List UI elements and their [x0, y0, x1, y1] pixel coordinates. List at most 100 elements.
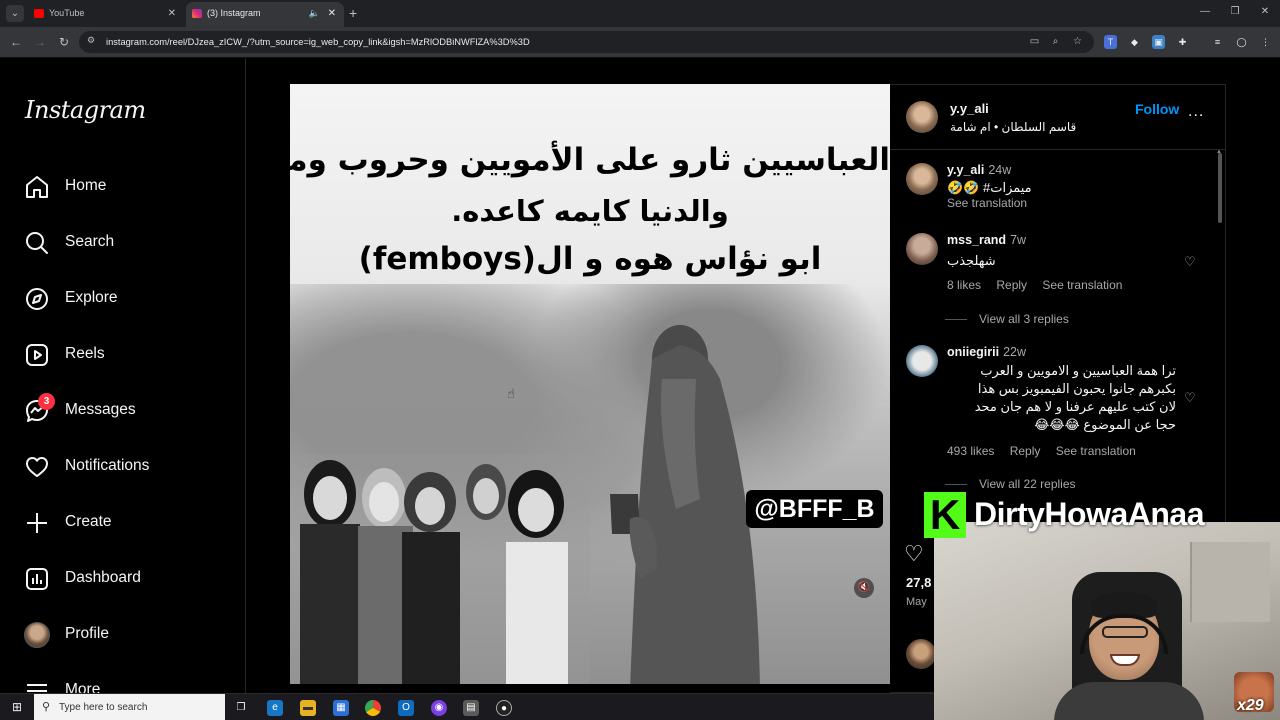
comment-item: mss_rand 7w شهلجذب ♡ 8 likes Reply See tr… — [906, 233, 1196, 293]
speaker-icon[interactable]: 🔈 — [309, 2, 320, 25]
back-icon[interactable]: ← — [9, 34, 23, 50]
close-window-icon[interactable]: ✕ — [1259, 6, 1271, 20]
task-view-icon[interactable]: ❒ — [233, 700, 249, 716]
browser-menu-icon[interactable]: ⋮ — [1259, 35, 1272, 49]
sidebar-item-messages[interactable]: 3 Messages — [24, 393, 224, 428]
install-app-icon[interactable]: ▭ — [1028, 35, 1041, 49]
translate-extension-icon[interactable]: T — [1104, 35, 1117, 49]
outlook-icon[interactable]: O — [398, 700, 414, 716]
comment-text-line: ترا همة العباسيين و الامويين و العرب — [980, 363, 1176, 378]
comments-scrollbar[interactable] — [1218, 153, 1222, 223]
bookmark-star-icon[interactable]: ☆ — [1071, 35, 1084, 49]
post-author-username[interactable]: y.y_ali — [950, 101, 989, 116]
address-bar[interactable]: ⚙ instagram.com/reel/DJzea_zICW_/?utm_so… — [79, 31, 1094, 53]
like-comment-icon[interactable]: ♡ — [1184, 254, 1198, 269]
view-replies-link[interactable]: View all 22 replies — [945, 477, 1076, 491]
reload-icon[interactable]: ↻ — [57, 34, 71, 50]
close-tab-icon[interactable]: ✕ — [168, 2, 176, 25]
youtube-icon — [34, 9, 44, 18]
zoom-icon[interactable]: ⌕ — [1049, 35, 1062, 49]
new-tab-button[interactable]: + — [349, 4, 361, 22]
emote-multiplier: x29 — [1237, 697, 1264, 714]
dashboard-icon — [26, 568, 48, 590]
comment-username[interactable]: oniiegirii 22w — [947, 345, 1026, 359]
mouse-cursor-icon: ☝ — [507, 386, 515, 401]
store-icon[interactable]: ▦ — [333, 700, 349, 716]
reply-link[interactable]: Reply — [996, 278, 1027, 292]
post-date: May — [906, 596, 927, 608]
instagram-sidebar: Instagram Home Search Explore Reels 3 Me… — [0, 58, 246, 693]
see-translation-link[interactable]: See translation — [1056, 444, 1136, 458]
comment-time: 24w — [988, 163, 1012, 177]
comment-text: 🤣🤣 #ميمزات — [947, 180, 1032, 195]
comment-username[interactable]: mss_rand 7w — [947, 233, 1026, 247]
comment-item: y.y_ali 24w 🤣🤣 #ميمزات See translation — [906, 163, 1196, 213]
comment-time: 22w — [1003, 345, 1027, 359]
view-replies-link[interactable]: View all 3 replies — [945, 312, 1069, 326]
windows-taskbar: ⊞ ⚲ Type here to search ❒ e ▬ ▦ O ◉ ▤ ● — [0, 693, 934, 720]
screen: ⌄ YouTube ✕ (3) Instagram 🔈 ✕ + — ❐ ✕ ← … — [0, 0, 1280, 720]
instagram-logo[interactable]: Instagram — [25, 96, 146, 124]
search-icon: ⚲ — [42, 701, 51, 713]
reel-caption-line: ابو نؤاس هوه و ال(femboys) — [358, 241, 822, 277]
file-explorer-icon[interactable]: ▬ — [300, 700, 316, 716]
reading-list-icon[interactable]: ≡ — [1211, 35, 1224, 49]
like-comment-icon[interactable]: ♡ — [1184, 390, 1198, 405]
minimize-icon[interactable]: — — [1199, 6, 1211, 20]
see-translation-link[interactable]: See translation — [947, 196, 1027, 210]
mute-toggle-icon[interactable]: 🔇 — [854, 578, 874, 598]
app-icon[interactable]: ▤ — [463, 700, 479, 716]
sidebar-item-profile[interactable]: Profile — [24, 618, 224, 652]
comment-likes[interactable]: 8 likes — [947, 278, 981, 292]
reel-caption-line: والدنيا كايمه كاعده. — [451, 194, 729, 228]
taskbar-search-input[interactable]: ⚲ Type here to search — [34, 694, 225, 720]
sidebar-item-label: Messages — [65, 401, 136, 418]
post-audio-location[interactable]: قاسم السلطان • ام شامة — [950, 120, 1076, 134]
sidebar-item-label: Search — [65, 233, 115, 250]
reply-link[interactable]: Reply — [1010, 444, 1041, 458]
divider — [890, 149, 1225, 150]
follow-button[interactable]: Follow — [1135, 101, 1179, 117]
background-shelf — [1190, 542, 1270, 622]
obs-icon[interactable]: ● — [496, 700, 512, 716]
sidebar-item-home[interactable]: Home — [24, 170, 224, 204]
windows-start-icon[interactable]: ⊞ — [10, 700, 24, 714]
sidebar-item-explore[interactable]: Explore — [24, 282, 224, 316]
site-info-icon[interactable]: ⚙ — [87, 35, 99, 48]
url-text: instagram.com/reel/DJzea_zICW_/?utm_sour… — [106, 37, 530, 47]
close-tab-icon[interactable]: ✕ — [328, 2, 336, 25]
sidebar-item-more[interactable]: More — [24, 674, 224, 693]
discord-icon[interactable]: ◉ — [431, 700, 447, 716]
tab-instagram[interactable]: (3) Instagram 🔈 ✕ — [186, 2, 344, 27]
avatar[interactable] — [906, 233, 938, 265]
comment-likes[interactable]: 493 likes — [947, 444, 994, 458]
extension-blue-icon[interactable]: ▣ — [1152, 35, 1165, 49]
chrome-icon[interactable] — [365, 700, 381, 716]
extensions-puzzle-icon[interactable]: ✚ — [1176, 35, 1189, 49]
sidebar-item-create[interactable]: Create — [24, 506, 224, 540]
forward-icon[interactable]: → — [33, 34, 47, 50]
browser-toolbar: ← → ↻ ⚙ instagram.com/reel/DJzea_zICW_/?… — [0, 27, 1280, 58]
reel-watermark: @BFFF_B — [746, 490, 883, 528]
sidebar-item-dashboard[interactable]: Dashboard — [24, 562, 224, 596]
sidebar-item-search[interactable]: Search — [24, 226, 224, 260]
extension-diamond-icon[interactable]: ◆ — [1128, 35, 1141, 49]
like-post-icon[interactable]: ♡ — [904, 541, 924, 567]
avatar[interactable] — [906, 345, 938, 377]
see-translation-link[interactable]: See translation — [1042, 278, 1122, 292]
sidebar-item-notifications[interactable]: Notifications — [24, 450, 224, 484]
avatar[interactable] — [906, 163, 938, 195]
reel-video[interactable]: العباسيين ثارو على الأمويين وحروب ومجازر… — [290, 84, 890, 684]
post-likes-count[interactable]: 27,8 — [906, 575, 931, 590]
sidebar-item-reels[interactable]: Reels — [24, 338, 224, 372]
comment-username[interactable]: y.y_ali 24w — [947, 163, 1011, 177]
sidebar-item-label: More — [65, 681, 101, 693]
restore-icon[interactable]: ❐ — [1229, 6, 1241, 20]
tab-youtube[interactable]: YouTube ✕ — [28, 2, 184, 27]
sidebar-item-label: Home — [65, 177, 107, 194]
profile-icon[interactable]: ◯ — [1235, 35, 1248, 49]
avatar[interactable] — [906, 101, 938, 133]
tab-search-button[interactable]: ⌄ — [6, 5, 24, 22]
more-options-icon[interactable]: ... — [1188, 103, 1204, 121]
edge-icon[interactable]: e — [267, 700, 283, 716]
